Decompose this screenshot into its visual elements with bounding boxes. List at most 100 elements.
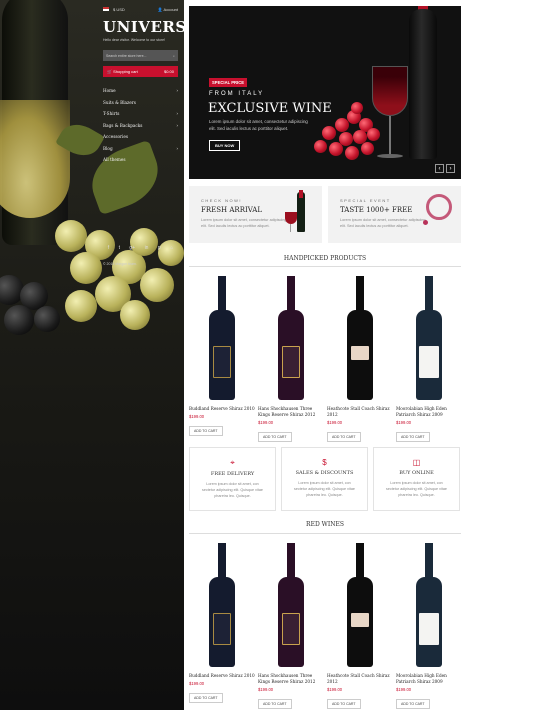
section-divider [189,533,461,534]
product-card[interactable]: Buddland Reserve Shiraz 2010 $199.00 ADD… [189,542,255,704]
grape-image [329,142,343,156]
tagline: Hello dear visitor. Welcome to our store… [103,38,165,42]
feature-title: SALES & DISCOUNTS [295,470,354,476]
menu-item-t-shirts[interactable]: T-Shirts › [103,108,178,120]
add-to-cart-button[interactable]: ADD TO CART [258,698,292,709]
product-card[interactable]: Hans Shockhausen Three Kings Reserve Shi… [258,542,324,710]
bottle-image [297,192,305,232]
search-icon[interactable]: ⌕ [173,54,175,58]
special-price-badge: SPECIAL PRICE [209,78,248,87]
product-card[interactable]: Heathcote Stall Coach Shiraz 2012 $199.0… [327,275,393,443]
location-pin-icon: ⌖ [230,458,235,467]
glass-base-image [377,154,403,158]
add-to-cart-button[interactable]: ADD TO CART [396,431,430,442]
menu-item-all-themes[interactable]: All themes [103,154,178,166]
product-price: $199.00 [189,413,205,419]
facebook-icon[interactable]: f [108,245,109,251]
product-image[interactable] [258,542,324,667]
currency-selector[interactable]: $ USD [103,6,125,12]
add-to-cart-button[interactable]: ADD TO CART [189,425,223,436]
product-image[interactable] [396,275,462,400]
product-name[interactable]: Heathcote Stall Coach Shiraz 2012 [327,673,393,685]
hero-title: EXCLUSIVE WINE [208,101,332,116]
bottle-neck-image [356,543,364,577]
bottle-label-image [419,613,439,645]
product-card[interactable]: Moorolabian High Eden Patriarch Shiraz 2… [396,542,462,710]
cart-label: Shopping cart [113,69,138,74]
twitter-icon[interactable]: t [119,245,120,251]
product-card[interactable]: Heathcote Stall Coach Shiraz 2012 $199.0… [327,542,393,710]
bottle-neck-image [287,543,295,577]
add-to-cart-button[interactable]: ADD TO CART [327,698,361,709]
add-to-cart-button[interactable]: ADD TO CART [327,431,361,442]
wine-drop-image [423,220,428,225]
linkedin-icon[interactable]: in [145,245,149,251]
chevron-right-icon[interactable]: › [446,164,455,173]
wine-glass-image [372,66,408,116]
grape-image [322,126,336,140]
buy-now-button[interactable]: BUY NOW [209,140,241,151]
menu-item-suits-blazers[interactable]: Suits & Blazers [103,97,178,109]
promo-description: Lorem ipsum dolor sit amet, consectetur … [201,218,287,229]
product-card[interactable]: Moorolabian High Eden Patriarch Shiraz 2… [396,275,462,443]
page: $ USD 👤 Account UNIVERSAL Hello dear vis… [0,0,550,710]
pinterest-icon[interactable]: p [158,245,161,251]
home-icon[interactable]: ⌂ [170,245,173,251]
shopping-cart-button[interactable]: 🛒 Shopping cart $0.00 [103,66,178,77]
product-image[interactable] [327,542,393,667]
grape-image [4,305,34,335]
add-to-cart-button[interactable]: ADD TO CART [189,692,223,703]
sidebar: $ USD 👤 Account UNIVERSAL Hello dear vis… [0,0,184,710]
chevron-left-icon[interactable]: ‹ [435,164,444,173]
product-image[interactable] [189,542,255,667]
chevron-right-icon: › [176,122,178,128]
bottle-image [409,9,437,159]
bottle-foil-image [299,190,303,198]
shopping-bag-icon: ◫ [412,458,421,467]
product-price: $199.00 [189,680,205,686]
bottle-neck-image [356,276,364,310]
search-placeholder: Search entire store here... [106,53,147,58]
feature-description: Lorem ipsum dolor sit amet, con sectetur… [294,481,355,497]
search-input[interactable]: Search entire store here... ⌕ [103,50,178,61]
add-to-cart-button[interactable]: ADD TO CART [396,698,430,709]
account-link[interactable]: 👤 Account [158,7,178,12]
glass-stem-image [290,224,291,232]
product-image[interactable] [327,275,393,400]
product-card[interactable]: Buddland Reserve Shiraz 2010 $199.00 ADD… [189,275,255,437]
menu-item-bags-backpacks[interactable]: Bags & Backpacks › [103,120,178,132]
hero-kicker: FROM ITALY [209,91,265,97]
wine-glass-image [285,212,297,224]
product-card[interactable]: Hans Shockhausen Three Kings Reserve Shi… [258,275,324,443]
product-name[interactable]: Moorolabian High Eden Patriarch Shiraz 2… [396,406,462,418]
product-name[interactable]: Hans Shockhausen Three Kings Reserve Shi… [258,673,324,685]
site-logo[interactable]: UNIVERSAL [103,18,184,36]
product-image[interactable] [189,275,255,400]
grape-image [351,102,363,114]
product-price: $199.00 [258,686,274,692]
feature-title: FREE DELIVERY [210,471,255,477]
promo-fresh-arrival[interactable]: CHECK NOW! FRESH ARRIVAL Lorem ipsum dol… [189,186,322,243]
hero-banner: SPECIAL PRICE FROM ITALY EXCLUSIVE WINE … [189,6,461,179]
slider-arrows: ‹ › [435,164,455,173]
add-to-cart-button[interactable]: ADD TO CART [258,431,292,442]
sidebar-topbar: $ USD 👤 Account [103,3,178,15]
promo-taste-free[interactable]: SPECIAL EVENT TASTE 1000+ FREE Lorem ips… [328,186,461,243]
grape-image [345,146,359,160]
product-name[interactable]: Heathcote Stall Coach Shiraz 2012 [327,406,393,418]
hero-description: Lorem ipsum dolor sit amet, consectetur … [209,119,308,131]
bottle-neck-image [425,276,433,310]
menu-item-accessories[interactable]: Accessories [103,131,178,143]
product-image[interactable] [258,275,324,400]
product-name[interactable]: Moorolabian High Eden Patriarch Shiraz 2… [396,673,462,685]
product-name[interactable]: Hans Shockhausen Three Kings Reserve Shi… [258,406,324,418]
menu-item-blog[interactable]: Blog › [103,143,178,155]
product-image[interactable] [396,542,462,667]
product-price: $199.00 [327,686,343,692]
product-name[interactable]: Buddland Reserve Shiraz 2010 [189,406,255,412]
google-plus-icon[interactable]: g+ [129,245,135,251]
section-divider [189,266,461,267]
grape-image [314,140,327,153]
product-name[interactable]: Buddland Reserve Shiraz 2010 [189,673,255,679]
menu-item-home[interactable]: Home › [103,85,178,97]
